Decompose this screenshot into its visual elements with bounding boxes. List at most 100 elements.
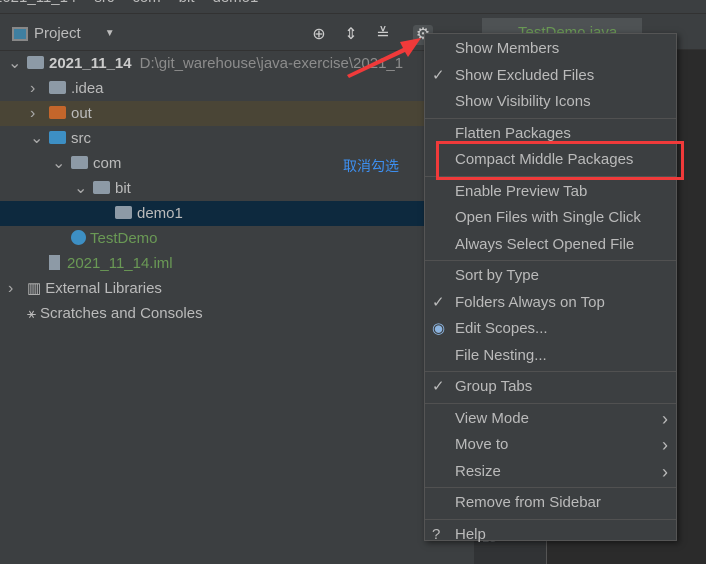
menu-item-label: Group Tabs — [455, 378, 533, 395]
chevron-right-icon: › — [662, 408, 668, 429]
highlight-box — [436, 141, 684, 180]
menu-item[interactable]: ✓ Folders Always on Top — [425, 290, 676, 317]
chevron-down-icon[interactable]: ⌄ — [30, 126, 43, 151]
tree-item-label: demo1 — [137, 205, 183, 222]
tree-item-label: .idea — [71, 80, 104, 97]
chevron-down-icon[interactable]: ⌄ — [74, 176, 87, 201]
annotation-text: 取消勾选 — [343, 158, 399, 174]
tree-item-label: 2021_11_14 — [49, 55, 132, 72]
menu-item-label: Show Excluded Files — [455, 66, 595, 84]
menu-item-label: Sort by Type — [455, 267, 539, 284]
breadcrumb: 2021_11_14 src com bit demo1 — [0, 0, 706, 14]
tree-item[interactable]: TestDemo — [0, 226, 474, 251]
tree-item-label: External Libraries — [45, 280, 162, 297]
menu-item-label: Show Members — [455, 40, 560, 57]
tree-item[interactable]: demo1 — [0, 201, 474, 226]
tree-item-label: Scratches and Consoles — [40, 305, 203, 322]
tree-item-label: out — [71, 105, 92, 122]
folder-icon — [49, 81, 66, 94]
scratches-icon: ⚹ — [27, 305, 37, 322]
chevron-down-icon: ▼ — [104, 28, 115, 39]
breadcrumb-item[interactable]: com — [132, 0, 160, 6]
chevron-right-icon[interactable]: › — [30, 76, 35, 101]
menu-item-label: Show Visibility Icons — [455, 93, 591, 110]
tree-item[interactable]: ⌄ com — [0, 151, 474, 176]
tree-item[interactable]: ⌄ bit — [0, 176, 474, 201]
folder-icon — [49, 106, 66, 119]
annotation-arrow — [347, 38, 421, 78]
breadcrumb-item[interactable]: demo1 — [213, 0, 259, 6]
libraries-icon: ▥ — [27, 280, 42, 297]
menu-separator — [425, 260, 676, 261]
menu-item-label: Open Files with Single Click — [455, 209, 641, 226]
menu-item[interactable]: Open Files with Single Click — [425, 205, 676, 232]
menu-item-label: Flatten Packages — [455, 124, 571, 142]
menu-item-label: View Mode — [455, 409, 529, 427]
menu-item-label: Always Select Opened File — [455, 235, 635, 253]
radio-icon: ◉ — [432, 320, 446, 337]
package-icon — [115, 206, 132, 219]
chevron-down-icon[interactable]: ⌄ — [52, 151, 65, 176]
project-view-selector[interactable]: Project ▼ — [12, 25, 115, 42]
breadcrumb-item[interactable]: 2021_11_14 — [0, 0, 76, 6]
folder-icon — [27, 56, 44, 69]
breadcrumb-item[interactable]: bit — [179, 0, 195, 6]
menu-item[interactable]: Enable Preview Tab — [425, 179, 676, 206]
menu-item[interactable]: ◉ Edit Scopes... — [425, 316, 676, 343]
menu-item[interactable]: Show Visibility Icons — [425, 89, 676, 116]
locate-icon[interactable]: ⊕ — [309, 25, 329, 45]
tree-item-label: TestDemo — [90, 230, 158, 247]
tree-item-label: 2021_11_14.iml — [67, 255, 173, 272]
class-icon — [71, 230, 86, 245]
menu-item[interactable]: ? Help — [425, 522, 676, 549]
package-icon — [93, 181, 110, 194]
check-icon: ✓ — [432, 378, 445, 395]
tree-item[interactable]: ⌄ src — [0, 126, 474, 151]
menu-item[interactable]: Remove from Sidebar — [425, 490, 676, 517]
menu-item[interactable]: ✓ Group Tabs — [425, 374, 676, 401]
chevron-right-icon: › — [662, 461, 668, 482]
help-icon: ? — [432, 525, 441, 543]
menu-item[interactable]: Move to › — [425, 432, 676, 459]
tree-item[interactable]: 2021_11_14.iml — [0, 251, 474, 276]
chevron-right-icon: › — [662, 435, 668, 455]
menu-item-label: Folders Always on Top — [455, 293, 605, 311]
menu-separator — [425, 117, 676, 119]
check-icon: ✓ — [432, 293, 445, 311]
folder-icon — [49, 131, 66, 144]
tree-item[interactable]: › ▥ External Libraries — [0, 276, 474, 301]
menu-separator — [425, 518, 676, 520]
menu-item[interactable]: Sort by Type — [425, 263, 676, 290]
package-icon — [71, 156, 88, 169]
menu-item[interactable]: Always Select Opened File — [425, 232, 676, 259]
chevron-down-icon[interactable]: ⌄ — [8, 51, 21, 76]
check-icon: ✓ — [432, 66, 445, 84]
chevron-right-icon[interactable]: › — [8, 276, 13, 301]
menu-separator — [425, 487, 676, 488]
menu-item[interactable]: View Mode › — [425, 406, 676, 433]
menu-item-label: Resize — [455, 462, 501, 480]
breadcrumb-item[interactable]: src — [94, 0, 114, 6]
chevron-right-icon[interactable]: › — [30, 101, 35, 126]
menu-separator — [425, 402, 676, 404]
menu-item-label: Help — [455, 525, 486, 543]
options-menu: Show Members ✓ Show Excluded Files Show Vis… — [424, 33, 677, 543]
tree-item-label: src — [71, 130, 91, 147]
menu-item-label: Remove from Sidebar — [455, 494, 601, 511]
project-window-icon — [12, 26, 28, 41]
menu-item-label: Edit Scopes... — [455, 320, 548, 337]
tree-item[interactable]: › out — [0, 101, 474, 126]
menu-item[interactable]: Show Members — [425, 36, 676, 63]
menu-item[interactable]: ✓ Show Excluded Files — [425, 63, 676, 90]
menu-separator — [425, 371, 676, 372]
project-tree: ⌄ 2021_11_14 D:\git_warehouse\java-exercis… — [0, 51, 474, 326]
tree-item-label: com — [93, 155, 122, 172]
tree-item[interactable]: ⚹ Scratches and Consoles — [0, 301, 474, 326]
menu-item-label: Enable Preview Tab — [455, 182, 588, 200]
file-icon — [49, 255, 60, 270]
menu-item-label: File Nesting... — [455, 346, 547, 364]
menu-item[interactable]: Resize › — [425, 459, 676, 486]
tree-item-label: bit — [115, 180, 131, 197]
menu-item[interactable]: File Nesting... — [425, 343, 676, 370]
menu-item-label: Move to — [455, 436, 509, 453]
